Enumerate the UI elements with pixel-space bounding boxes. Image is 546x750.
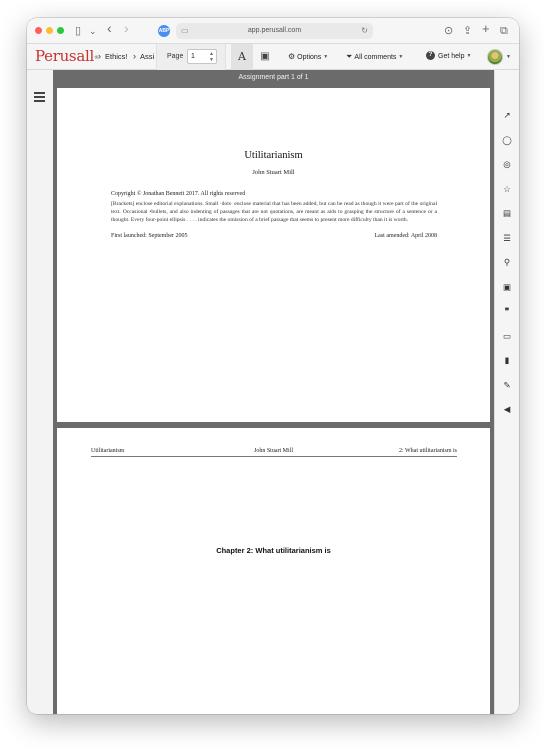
document-viewer[interactable]: Assignment part 1 of 1 Utilitarianism Jo… <box>53 70 494 714</box>
page-label: Page <box>167 53 184 60</box>
page-stepper-icon[interactable]: ▲ ▼ <box>209 51 214 63</box>
options-label: Options <box>297 54 322 61</box>
page-number-value: 1 <box>191 53 195 60</box>
conversations-icon[interactable]: ◎ <box>495 157 519 171</box>
list-icon[interactable]: ☰ <box>495 231 519 245</box>
new-tab-icon[interactable]: + <box>482 22 490 36</box>
profile-card-icon[interactable]: ▣ <box>495 280 519 294</box>
last-amended-line[interactable]: Last amended: April 2008 <box>375 233 438 239</box>
filter-icon: ⏷ <box>346 52 353 61</box>
running-head-right[interactable]: 2: What utilitarianism is <box>399 448 457 454</box>
avatar-caret-icon[interactable]: ▼ <box>506 54 511 60</box>
document-page-1[interactable]: Utilitarianism John Stuart Mill Copyrigh… <box>57 88 490 422</box>
page-selector: Page 1 ▲ ▼ <box>156 44 226 70</box>
bookmark-icon[interactable]: ▮ <box>495 353 519 367</box>
left-sidebar <box>27 70 53 714</box>
zoom-window-button[interactable] <box>57 27 64 34</box>
share-icon[interactable]: ⇪ <box>463 24 472 38</box>
tab-overview-icon[interactable]: ⧉ <box>500 24 508 38</box>
star-icon[interactable]: ☆ <box>495 182 519 196</box>
document-author[interactable]: John Stuart Mill <box>57 169 490 176</box>
address-bar[interactable]: ▭ app.perusall.com ↻ <box>176 23 373 39</box>
megaphone-icon[interactable]: ◀ <box>495 402 519 416</box>
url-text: app.perusall.com <box>247 27 302 34</box>
assignment-part-header: Assignment part 1 of 1 <box>53 70 494 86</box>
image-icon[interactable]: ▣ <box>256 44 274 70</box>
app-toolbar: Perusall® › Ethics! › Assi Page 1 ▲ ▼ A ▣… <box>27 44 519 70</box>
right-tool-rail: ↗ ◯ ◎ ☆ ▤ ☰ ⚲ ▣ ❞ ▭ ▮ ✎ ◀ <box>494 70 519 714</box>
download-icon[interactable]: ⊙ <box>444 24 453 38</box>
sidebar-toggle-icon[interactable]: ▯ <box>75 24 81 38</box>
search-icon[interactable]: ⚲ <box>495 255 519 269</box>
document-page-2[interactable]: Utilitarianism John Stuart Mill 2: What … <box>57 428 490 714</box>
all-comments-menu-button[interactable]: ⏷ All comments ▼ <box>346 51 403 64</box>
breadcrumb-chevron-icon: › <box>133 51 136 61</box>
perusall-logo[interactable]: Perusall® <box>35 46 99 66</box>
help-icon: ? <box>426 50 435 60</box>
forward-icon[interactable]: › <box>124 21 129 35</box>
document-title[interactable]: Utilitarianism <box>57 150 490 161</box>
caret-down-icon: ▼ <box>323 54 329 60</box>
breadcrumb-chevron-icon: › <box>98 51 101 61</box>
minimize-window-button[interactable] <box>46 27 53 34</box>
all-comments-label: All comments <box>354 54 397 61</box>
analytics-icon[interactable]: ↗ <box>495 108 519 122</box>
caret-down-icon: ▼ <box>466 53 472 59</box>
options-menu-button[interactable]: ⚙ Options ▼ <box>288 51 328 64</box>
editorial-note[interactable]: [Brackets] enclose editorial explanation… <box>111 200 437 224</box>
caret-down-icon: ▼ <box>398 54 404 60</box>
close-window-button[interactable] <box>35 27 42 34</box>
breadcrumb-course[interactable]: Ethics! <box>105 51 128 63</box>
browser-titlebar: ▯ ⌄ ‹ › ABP ▭ app.perusall.com ↻ ⊙ ⇪ + ⧉ <box>27 18 519 44</box>
breadcrumb-assignment[interactable]: Assi <box>140 51 154 63</box>
page-number-input[interactable]: 1 ▲ ▼ <box>187 49 217 64</box>
chapter-heading[interactable]: Chapter 2: What utilitarianism is <box>57 546 490 555</box>
pencil-icon[interactable]: ✎ <box>495 378 519 392</box>
chevron-down-icon[interactable]: ⌄ <box>89 24 97 38</box>
first-launched-line[interactable]: First launched: September 2005 <box>111 233 188 239</box>
comment-icon[interactable]: ◯ <box>495 133 519 147</box>
logo-text: Perusall <box>35 47 94 65</box>
get-help-label: Get help <box>438 53 465 60</box>
document-icon[interactable]: ▤ <box>495 206 519 220</box>
adblock-extension-icon[interactable]: ABP <box>158 25 170 37</box>
browser-window: ▯ ⌄ ‹ › ABP ▭ app.perusall.com ↻ ⊙ ⇪ + ⧉… <box>27 18 519 714</box>
back-icon[interactable]: ‹ <box>107 21 112 35</box>
hamburger-menu-icon[interactable] <box>34 92 45 102</box>
reload-icon[interactable]: ↻ <box>361 25 368 37</box>
copyright-line[interactable]: Copyright © Jonathan Bennett 2017. All r… <box>111 191 245 197</box>
get-help-menu-button[interactable]: ? Get help ▼ <box>426 50 472 63</box>
gear-icon: ⚙ <box>288 52 296 61</box>
user-avatar[interactable] <box>487 49 503 65</box>
inbox-icon[interactable]: ▭ <box>495 329 519 343</box>
running-head-rule <box>91 456 457 457</box>
text-size-button[interactable]: A <box>231 44 253 70</box>
quote-icon[interactable]: ❞ <box>495 304 519 318</box>
